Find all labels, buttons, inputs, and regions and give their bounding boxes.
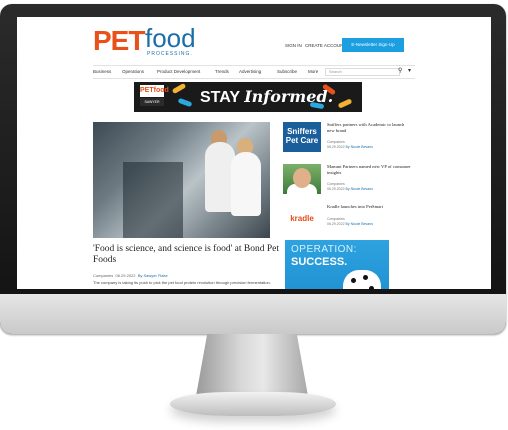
sidebar-article-meta: 06.29.2022 By Nicole Bevans	[327, 145, 411, 149]
search-icon[interactable]: ⚲	[398, 67, 402, 74]
sidebar-article-section: Companies	[327, 217, 345, 221]
banner-brand: PETfood	[140, 85, 169, 97]
ad-line2: SUCCESS.	[291, 256, 348, 268]
nav-item-trends[interactable]: Trends	[215, 69, 229, 74]
hero-date: 06.29.2022	[115, 273, 136, 278]
stay-informed-banner[interactable]: PETfood SAWYER STAY Informed.	[134, 82, 362, 112]
main-nav: Business Operations Product Development …	[93, 65, 415, 79]
operation-success-ad[interactable]: OPERATION: SUCCESS.	[285, 240, 389, 289]
sidebar-article-meta: 06.29.2022 By Nicole Bevans	[327, 187, 411, 191]
lab-glass	[123, 162, 183, 238]
sidebar-article[interactable]: Sniffers Pet Care Sniffers partners with…	[283, 122, 413, 160]
sidebar-article-section: Companies	[327, 140, 345, 144]
monitor-frame: PET food PROCESSING. SIGN IN CREATE ACCO…	[0, 4, 506, 334]
sidebar-article-author[interactable]: By Nicole Bevans	[346, 222, 373, 226]
hero-byline: Companies 06.29.2022 By Sawyer Flake	[93, 273, 168, 278]
create-account-link[interactable]: CREATE ACCOUNT	[305, 43, 346, 48]
sniffers-thumbnail[interactable]: Sniffers Pet Care	[283, 122, 321, 152]
sidebar-article-date: 06.29.2022	[327, 187, 345, 191]
kradle-thumbnail[interactable]: kradle	[283, 204, 321, 234]
sidebar-article[interactable]: kradle Kradle launches into PetSmart Com…	[283, 204, 413, 242]
site-logo-food[interactable]: food	[145, 23, 196, 54]
portrait-face	[293, 168, 311, 188]
scientist-body	[231, 152, 261, 216]
sidebar-article[interactable]: Mammi Partners named new VP of consumer …	[283, 164, 413, 202]
hero-excerpt: The company is taking its push to pick t…	[93, 280, 271, 285]
sidebar-article-title[interactable]: Mammi Partners named new VP of consumer …	[327, 164, 411, 175]
sidebar-article-author[interactable]: By Nicole Bevans	[346, 145, 373, 149]
ad-line1: OPERATION:	[291, 244, 357, 255]
sidebar-article-date: 06.29.2022	[327, 145, 345, 149]
monitor-base	[170, 392, 336, 416]
hero-author[interactable]: By Sawyer Flake	[138, 273, 168, 278]
search-input[interactable]: Search	[325, 68, 400, 76]
bone-icon	[171, 82, 187, 95]
nav-item-operations[interactable]: Operations	[122, 69, 144, 74]
nav-item-more[interactable]: More	[308, 69, 318, 74]
hero-headline[interactable]: 'Food is science, and science is food' a…	[93, 244, 283, 266]
sidebar-article-author[interactable]: By Nicole Bevans	[346, 187, 373, 191]
nav-item-business[interactable]: Business	[93, 69, 111, 74]
newsletter-signup-button[interactable]: E-Newsletter Sign-Up	[342, 38, 404, 52]
nav-item-product-development[interactable]: Product Development	[157, 69, 200, 74]
hero-image[interactable]	[93, 122, 270, 238]
sidebar-article-section: Companies	[327, 182, 345, 186]
dalmatian-icon	[343, 270, 381, 289]
cart-icon[interactable]: ▾	[408, 67, 411, 74]
banner-brand-sub: SAWYER	[140, 98, 164, 106]
sidebar-article-date: 06.29.2022	[327, 222, 345, 226]
nav-item-advertising[interactable]: Advertising	[239, 69, 261, 74]
monitor-chin	[0, 294, 506, 334]
sign-in-link[interactable]: SIGN IN	[285, 43, 302, 48]
bone-icon	[337, 98, 353, 109]
bone-icon	[177, 97, 193, 108]
browser-screen: PET food PROCESSING. SIGN IN CREATE ACCO…	[17, 17, 491, 289]
sidebar-article-meta: 06.29.2022 By Nicole Bevans	[327, 222, 411, 226]
hero-section[interactable]: Companies	[93, 273, 113, 278]
sidebar-article-title[interactable]: Sniffers partners with Academic to launc…	[327, 122, 411, 133]
monitor-stand	[196, 334, 308, 396]
banner-text-plain: STAY	[200, 89, 240, 106]
site-logo-pet[interactable]: PET	[93, 25, 145, 57]
banner-text: STAY Informed.	[200, 87, 333, 107]
portrait-thumbnail[interactable]	[283, 164, 321, 194]
sidebar-article-title[interactable]: Kradle launches into PetSmart	[327, 204, 411, 210]
site-logo-subtitle: PROCESSING.	[147, 51, 193, 57]
nav-item-subscribe[interactable]: Subscribe	[277, 69, 297, 74]
banner-text-italic: Informed.	[244, 87, 334, 106]
